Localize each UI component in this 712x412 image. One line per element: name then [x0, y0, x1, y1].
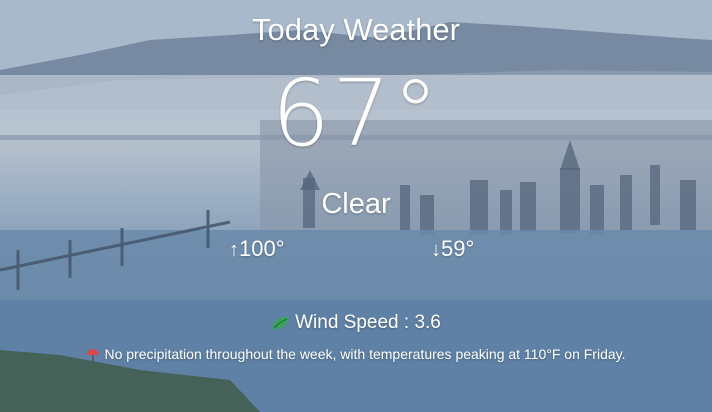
umbrella-icon [87, 349, 100, 363]
up-arrow-icon: ↑ [229, 239, 239, 261]
weather-screen: Today Weather 67° Clear ↑100° ↓59° Wind … [0, 0, 712, 412]
leaf-icon [273, 316, 290, 330]
page-title: Today Weather [252, 12, 460, 47]
low-temperature: ↓59° [431, 236, 474, 262]
high-temperature: ↑100° [229, 236, 285, 262]
wind-speed: Wind Speed : 3.6 [0, 312, 712, 334]
weather-condition: Clear [321, 188, 391, 220]
weather-overlay: Today Weather 67° Clear ↑100° ↓59° Wind … [0, 0, 712, 412]
current-temperature: 67° [271, 60, 441, 167]
forecast-summary: No precipitation throughout the week, wi… [0, 346, 712, 363]
wind-speed-label: Wind Speed : 3.6 [295, 312, 441, 333]
forecast-summary-text: No precipitation throughout the week, wi… [104, 346, 626, 362]
down-arrow-icon: ↓ [431, 239, 441, 261]
high-temperature-value: 100° [239, 236, 285, 261]
low-temperature-value: 59° [441, 236, 475, 261]
